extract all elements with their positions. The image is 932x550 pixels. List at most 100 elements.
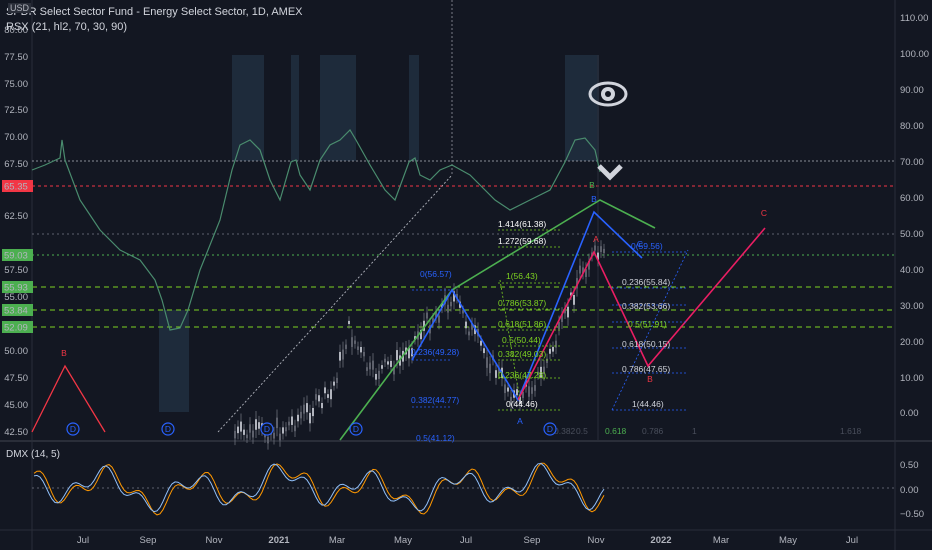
- price-badge-label: 65.35: [4, 182, 28, 193]
- wave-label: A: [517, 416, 523, 426]
- candle-body: [579, 265, 581, 274]
- rsx-tick-label: 20.00: [900, 337, 924, 348]
- candle-body: [375, 373, 377, 380]
- rsx-tick-label: 30.00: [900, 301, 924, 312]
- candle-body: [600, 246, 602, 253]
- fib-mid-label: 0(44.46): [506, 399, 538, 409]
- candle-body: [594, 245, 596, 251]
- candle-body: [528, 386, 530, 397]
- candle-body: [390, 360, 392, 367]
- fib-left-label: 0(56.57): [420, 269, 452, 279]
- candle-body: [489, 363, 491, 374]
- wave-label: B: [647, 374, 653, 384]
- fib-bottom-label: 0.382: [554, 426, 576, 436]
- candle-body: [465, 321, 467, 329]
- price-tick-label: 72.50: [4, 105, 28, 116]
- candle-body: [369, 362, 371, 370]
- rsx-tick-label: 70.00: [900, 157, 924, 168]
- candle-body: [555, 340, 557, 348]
- time-tick-label: 2022: [650, 535, 671, 546]
- fib-right-label: 0.236(55.84): [622, 277, 670, 287]
- price-tick-label: 77.50: [4, 52, 28, 63]
- time-tick-label: Nov: [588, 535, 605, 546]
- symbol-text: SPDR Select Sector Fund - Energy Select …: [6, 6, 303, 18]
- dmx-label-text: DMX (14, 5): [6, 449, 60, 460]
- fib-right-label: 0(59.56): [631, 241, 663, 251]
- price-tick-label: 75.00: [4, 79, 28, 90]
- fib-right-label: 0.5(51.91): [628, 319, 667, 329]
- rsx-tick-label: 80.00: [900, 121, 924, 132]
- dividend-marker-label: D: [353, 424, 359, 434]
- fib-mid-label: 1(56.43): [506, 271, 538, 281]
- chevron-down-icon: [596, 162, 624, 182]
- eye-icon: [588, 78, 628, 110]
- candle-body: [333, 381, 335, 386]
- chart-svg: 80.00 77.50 75.00 72.50 70.00 67.50 62.50 57.50…: [0, 0, 932, 550]
- dmx-tick-label: −0.50: [900, 509, 924, 520]
- rsx-tick-label: 40.00: [900, 265, 924, 276]
- dmx-label: DMX (14, 5): [6, 449, 60, 460]
- symbol-line: SPDR Select Sector Fund - Energy Select …: [6, 6, 303, 18]
- candle-body: [336, 377, 338, 384]
- candle-body: [531, 387, 533, 394]
- price-tick-label: 47.50: [4, 373, 28, 384]
- candle-body: [480, 340, 482, 346]
- time-tick-label: Nov: [206, 535, 223, 546]
- candle-body: [315, 394, 317, 400]
- candle-body: [279, 433, 281, 441]
- candle-body: [249, 424, 251, 433]
- dividend-marker-label: D: [264, 424, 270, 434]
- wave-label: C: [761, 208, 767, 218]
- wave-label: A: [593, 234, 599, 244]
- candle-body: [387, 361, 389, 365]
- price-tick-label: 57.50: [4, 265, 28, 276]
- candle-body: [324, 387, 326, 394]
- wave-label: B: [61, 348, 67, 358]
- candle-body: [603, 248, 605, 254]
- candle-body: [303, 404, 305, 414]
- time-tick-label: Jul: [846, 535, 858, 546]
- fib-right-label: 1(44.46): [632, 399, 664, 409]
- price-tick-label: 67.50: [4, 159, 28, 170]
- candle-body: [294, 425, 296, 432]
- candle-body: [276, 417, 278, 429]
- fib-bottom-label: 1: [692, 426, 697, 436]
- time-tick-label: Mar: [329, 535, 345, 546]
- fib-mid-label: 0.236(47.28): [498, 370, 546, 380]
- rsx-tick-label: 50.00: [900, 229, 924, 240]
- candle-body: [507, 387, 509, 392]
- rsx-tick-label: 100.00: [900, 49, 929, 60]
- candle-body: [366, 367, 368, 371]
- wave-label: B: [591, 194, 597, 204]
- time-tick-label: Jul: [460, 535, 472, 546]
- candle-body: [255, 419, 257, 430]
- candle-body: [426, 312, 428, 319]
- dividend-marker-label: D: [547, 424, 553, 434]
- indicator-line: RSX (21, hl2, 70, 30, 90): [6, 21, 127, 33]
- trend-dotted-line: [217, 174, 453, 433]
- candle-body: [246, 434, 248, 439]
- fib-bottom-label: 0.5: [576, 426, 588, 436]
- candle-body: [447, 304, 449, 313]
- candle-body: [348, 320, 350, 325]
- time-tick-label: Sep: [140, 535, 157, 546]
- fib-right-label: 0.618(50.15): [622, 339, 670, 349]
- candle-body: [516, 389, 518, 396]
- fib-mid-label: 0.786(53.87): [498, 298, 546, 308]
- candle-body: [573, 295, 575, 305]
- price-tick-label: 62.50: [4, 211, 28, 222]
- candle-body: [267, 436, 269, 444]
- fib-left-label: 0.5(41.12): [416, 433, 455, 443]
- pink-wave: [517, 227, 766, 401]
- candle-body: [258, 422, 260, 429]
- wave-label: B: [589, 180, 595, 190]
- fib-mid-label: 0.618(51.86): [498, 319, 546, 329]
- indicator-text: RSX (21, hl2, 70, 30, 90): [6, 21, 128, 33]
- candle-body: [360, 347, 362, 353]
- candle-body: [567, 306, 569, 318]
- candle-body: [291, 416, 293, 425]
- price-tick-label: 45.00: [4, 400, 28, 411]
- candle-body: [372, 360, 374, 370]
- fib-mid-label: 1.414(61.38): [498, 219, 546, 229]
- candle-body: [285, 427, 287, 432]
